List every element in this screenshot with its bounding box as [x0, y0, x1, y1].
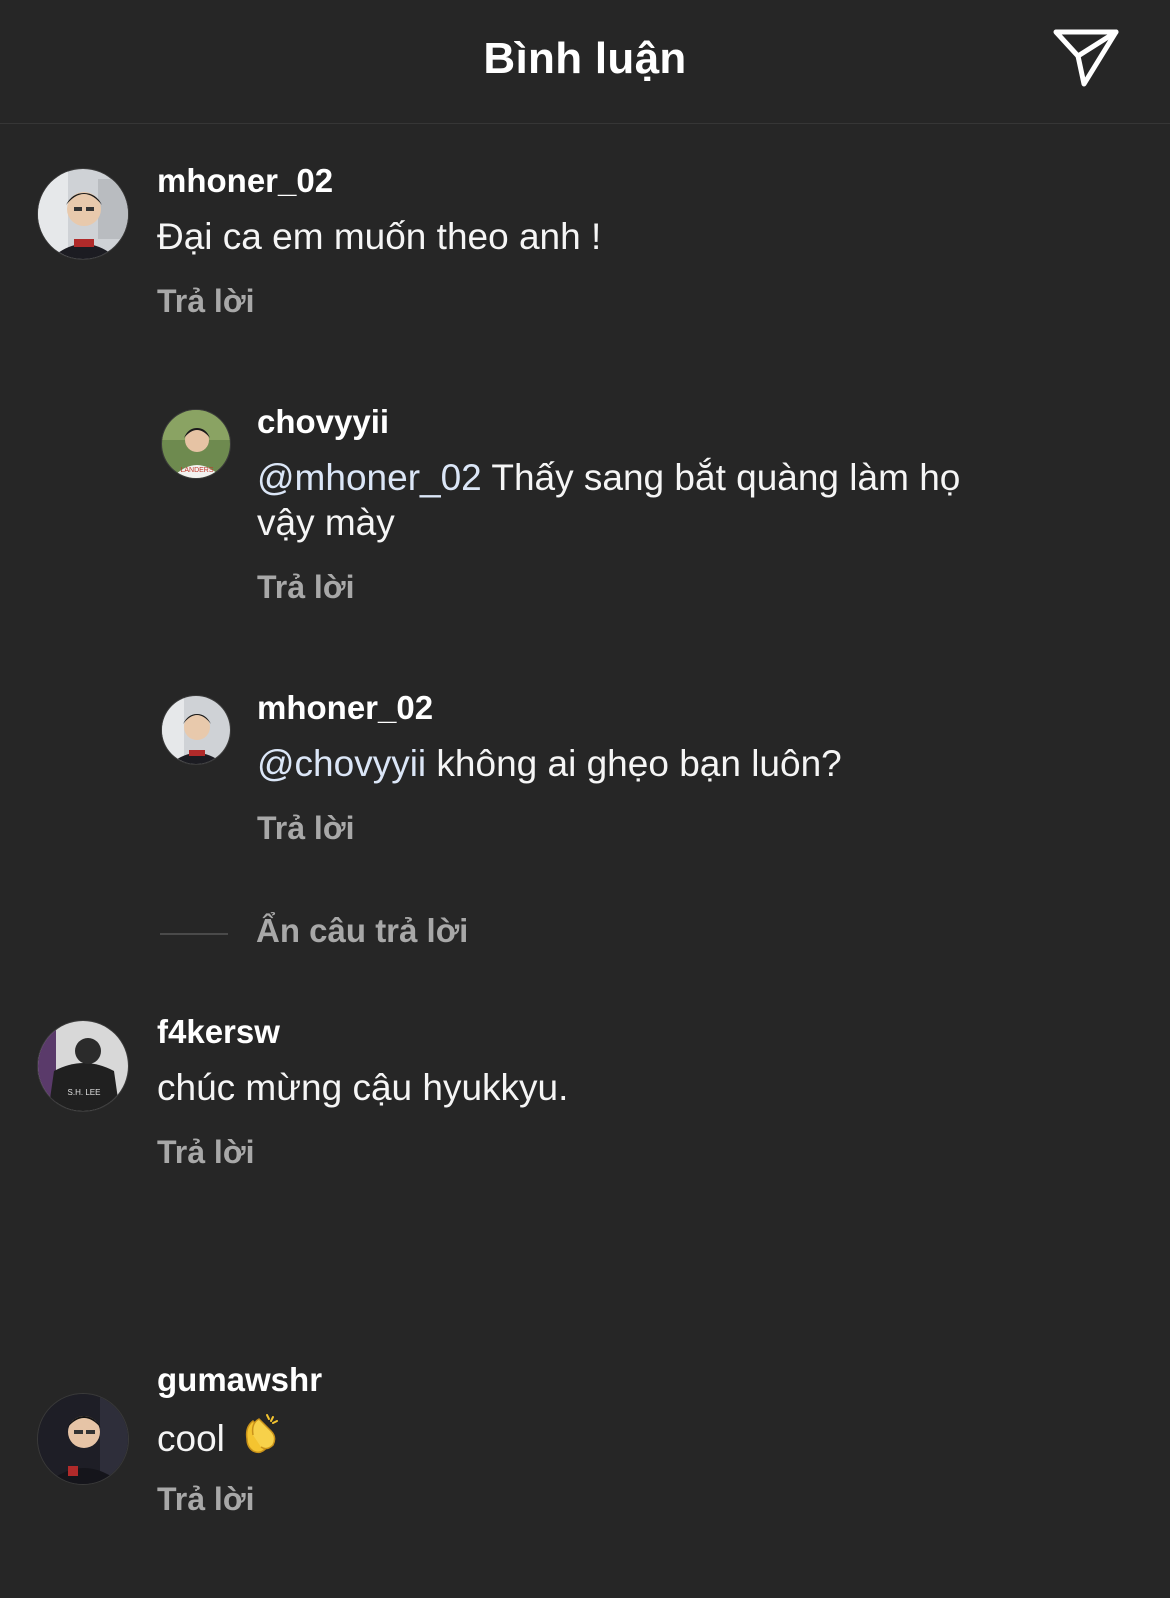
reply-button[interactable]: Trả lời	[157, 1134, 254, 1171]
header: Bình luận	[0, 0, 1170, 124]
avatar[interactable]	[161, 695, 231, 765]
comment-username[interactable]: chovyyii	[257, 403, 389, 441]
avatar[interactable]: S.H. LEE	[37, 1020, 129, 1112]
comment-text: @chovyyii không ai ghẹo bạn luôn?	[257, 741, 1117, 786]
paper-plane-icon[interactable]	[1050, 26, 1122, 90]
comment-text: chúc mừng cậu hyukkyu.	[157, 1067, 569, 1108]
avatar[interactable]	[37, 168, 129, 260]
avatar[interactable]	[37, 1393, 129, 1485]
reply-button[interactable]: Trả lời	[257, 810, 354, 847]
comment-text: @mhoner_02 Thấy sang bắt quàng làm họ vậ…	[257, 455, 1017, 545]
comment-body: cool	[157, 1418, 225, 1459]
page-title: Bình luận	[483, 34, 687, 83]
comment-username[interactable]: gumawshr	[157, 1361, 322, 1399]
comment-body: không ai ghẹo bạn luôn?	[426, 743, 842, 784]
svg-text:LANDERS: LANDERS	[180, 467, 213, 474]
hide-replies-button[interactable]: Ẩn câu trả lời	[256, 912, 468, 950]
reply-button[interactable]: Trả lời	[157, 1481, 254, 1518]
mention-link[interactable]: @mhoner_02	[257, 457, 482, 498]
comment-username[interactable]: mhoner_02	[257, 689, 433, 727]
mention-link[interactable]: @chovyyii	[257, 743, 426, 784]
comment-username[interactable]: f4kersw	[157, 1013, 280, 1051]
divider	[160, 933, 228, 935]
reply-button[interactable]: Trả lời	[157, 283, 254, 320]
comment-username[interactable]: mhoner_02	[157, 162, 333, 200]
reply-button[interactable]: Trả lời	[257, 569, 354, 606]
comment-text: Đại ca em muốn theo anh !	[157, 216, 602, 257]
avatar[interactable]: LANDERS	[161, 409, 231, 479]
comment-text: cool	[157, 1411, 1057, 1467]
svg-text:S.H. LEE: S.H. LEE	[68, 1088, 101, 1097]
clapping-hands-icon	[237, 1411, 283, 1467]
